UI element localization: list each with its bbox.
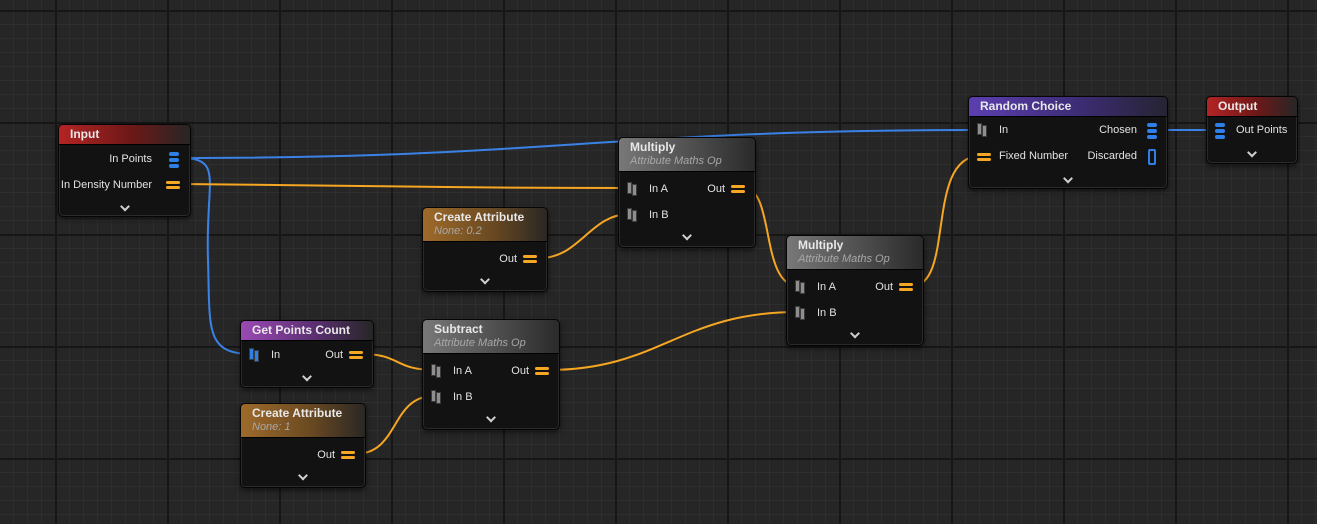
pin-label-in: In xyxy=(271,349,281,361)
pin-label-out: Out xyxy=(511,365,529,377)
chevron-down-icon[interactable] xyxy=(682,230,692,241)
pin-label-fixed-number: Fixed Number xyxy=(999,150,1069,162)
attribute-pin-icon[interactable] xyxy=(349,350,363,360)
attribute-pin-icon[interactable] xyxy=(731,184,745,194)
node-title: Multiply xyxy=(798,238,844,252)
points-pin-icon[interactable] xyxy=(1147,123,1157,139)
chevron-down-icon[interactable] xyxy=(486,412,496,423)
input-pin-icon[interactable] xyxy=(795,306,807,320)
input-node[interactable]: Input In Points In Density Number xyxy=(58,124,191,217)
node-title: Create Attribute xyxy=(434,210,525,224)
node-subtitle: Attribute Maths Op xyxy=(434,337,526,349)
pin-label-out-points: Out Points xyxy=(1236,124,1288,136)
attribute-pin-icon[interactable] xyxy=(899,282,913,292)
pin-label-in-a: In A xyxy=(649,183,668,195)
node-title: Create Attribute xyxy=(252,406,343,420)
input-node-header[interactable]: Input xyxy=(59,125,190,145)
input-pin-icon[interactable] xyxy=(431,390,443,404)
wire-density-to-multiply-a xyxy=(179,183,631,189)
pin-label-out: Out xyxy=(499,253,517,265)
chevron-down-icon[interactable] xyxy=(302,371,312,382)
output-node[interactable]: Output Out Points xyxy=(1206,96,1298,164)
attribute-pin-icon[interactable] xyxy=(523,254,537,264)
chevron-down-icon[interactable] xyxy=(1247,147,1257,158)
points-pin-icon[interactable] xyxy=(169,152,179,168)
attribute-pin-icon[interactable] xyxy=(341,450,355,460)
pin-label-in-a: In A xyxy=(817,281,836,293)
input-pin-icon[interactable] xyxy=(627,208,639,222)
pin-label-in-density-number: In Density Number xyxy=(60,179,152,191)
node-subtitle: Attribute Maths Op xyxy=(798,253,890,265)
pin-label-out: Out xyxy=(707,183,725,195)
random-choice-header[interactable]: Random Choice xyxy=(969,97,1167,117)
attribute-pin-icon[interactable] xyxy=(977,152,991,162)
create-attribute-node-2[interactable]: Create Attribute None: 1 Out xyxy=(240,403,366,488)
chevron-down-icon[interactable] xyxy=(298,470,308,481)
attribute-pin-icon[interactable] xyxy=(535,366,549,376)
node-subtitle: Attribute Maths Op xyxy=(630,155,722,167)
create-attribute-header[interactable]: Create Attribute None: 1 xyxy=(241,404,365,438)
random-choice-node[interactable]: Random Choice In Chosen Fixed Number Dis… xyxy=(968,96,1168,189)
pin-label-out: Out xyxy=(317,449,335,461)
wire-create-attr-to-multiply-b xyxy=(539,213,631,259)
pin-label-in-points: In Points xyxy=(109,153,152,165)
create-attribute-header[interactable]: Create Attribute None: 0.2 xyxy=(423,208,547,242)
input-pin-icon[interactable] xyxy=(795,280,807,294)
multiply-header[interactable]: Multiply Attribute Maths Op xyxy=(787,236,923,270)
multiply-node-2[interactable]: Multiply Attribute Maths Op In A Out In B xyxy=(786,235,924,346)
wire-layer xyxy=(179,128,1220,455)
node-subtitle: None: 1 xyxy=(252,421,291,433)
points-pin-icon[interactable] xyxy=(1215,123,1225,139)
node-title: Multiply xyxy=(630,140,676,154)
chevron-down-icon[interactable] xyxy=(850,328,860,339)
pin-label-discarded: Discarded xyxy=(1087,150,1137,162)
output-node-header[interactable]: Output xyxy=(1207,97,1297,117)
pin-label-in-b: In B xyxy=(817,307,837,319)
multiply-node-1[interactable]: Multiply Attribute Maths Op In A Out In B xyxy=(618,137,756,248)
pin-label-out: Out xyxy=(875,281,893,293)
node-title: Input xyxy=(70,127,100,141)
node-title: Subtract xyxy=(434,322,483,336)
create-attribute-node-1[interactable]: Create Attribute None: 0.2 Out xyxy=(422,207,548,292)
pin-label-in: In xyxy=(999,124,1009,136)
pin-label-in-b: In B xyxy=(649,209,669,221)
chevron-down-icon[interactable] xyxy=(480,274,490,285)
node-title: Get Points Count xyxy=(252,323,350,337)
points-pin-unconnected-icon[interactable] xyxy=(1148,149,1156,165)
multiply-header[interactable]: Multiply Attribute Maths Op xyxy=(619,138,755,172)
subtract-node[interactable]: Subtract Attribute Maths Op In A Out In B xyxy=(422,319,560,430)
get-points-count-header[interactable]: Get Points Count xyxy=(241,321,373,341)
input-pin-icon[interactable] xyxy=(249,348,261,362)
subtract-header[interactable]: Subtract Attribute Maths Op xyxy=(423,320,559,354)
wire-subtract-to-multiply-b xyxy=(547,311,799,371)
wire-points-to-random-choice xyxy=(179,129,983,159)
pin-label-out: Out xyxy=(325,349,343,361)
node-title: Output xyxy=(1218,99,1258,113)
attribute-pin-icon[interactable] xyxy=(166,180,180,190)
input-pin-icon[interactable] xyxy=(431,364,443,378)
node-title: Random Choice xyxy=(980,99,1072,113)
pin-label-chosen: Chosen xyxy=(1099,124,1137,136)
pin-label-in-b: In B xyxy=(453,391,473,403)
get-points-count-node[interactable]: Get Points Count In Out xyxy=(240,320,374,388)
pin-label-in-a: In A xyxy=(453,365,472,377)
chevron-down-icon[interactable] xyxy=(1063,173,1073,184)
chevron-down-icon[interactable] xyxy=(119,201,130,212)
input-pin-icon[interactable] xyxy=(977,123,989,137)
input-pin-icon[interactable] xyxy=(627,182,639,196)
node-subtitle: None: 0.2 xyxy=(434,225,482,237)
